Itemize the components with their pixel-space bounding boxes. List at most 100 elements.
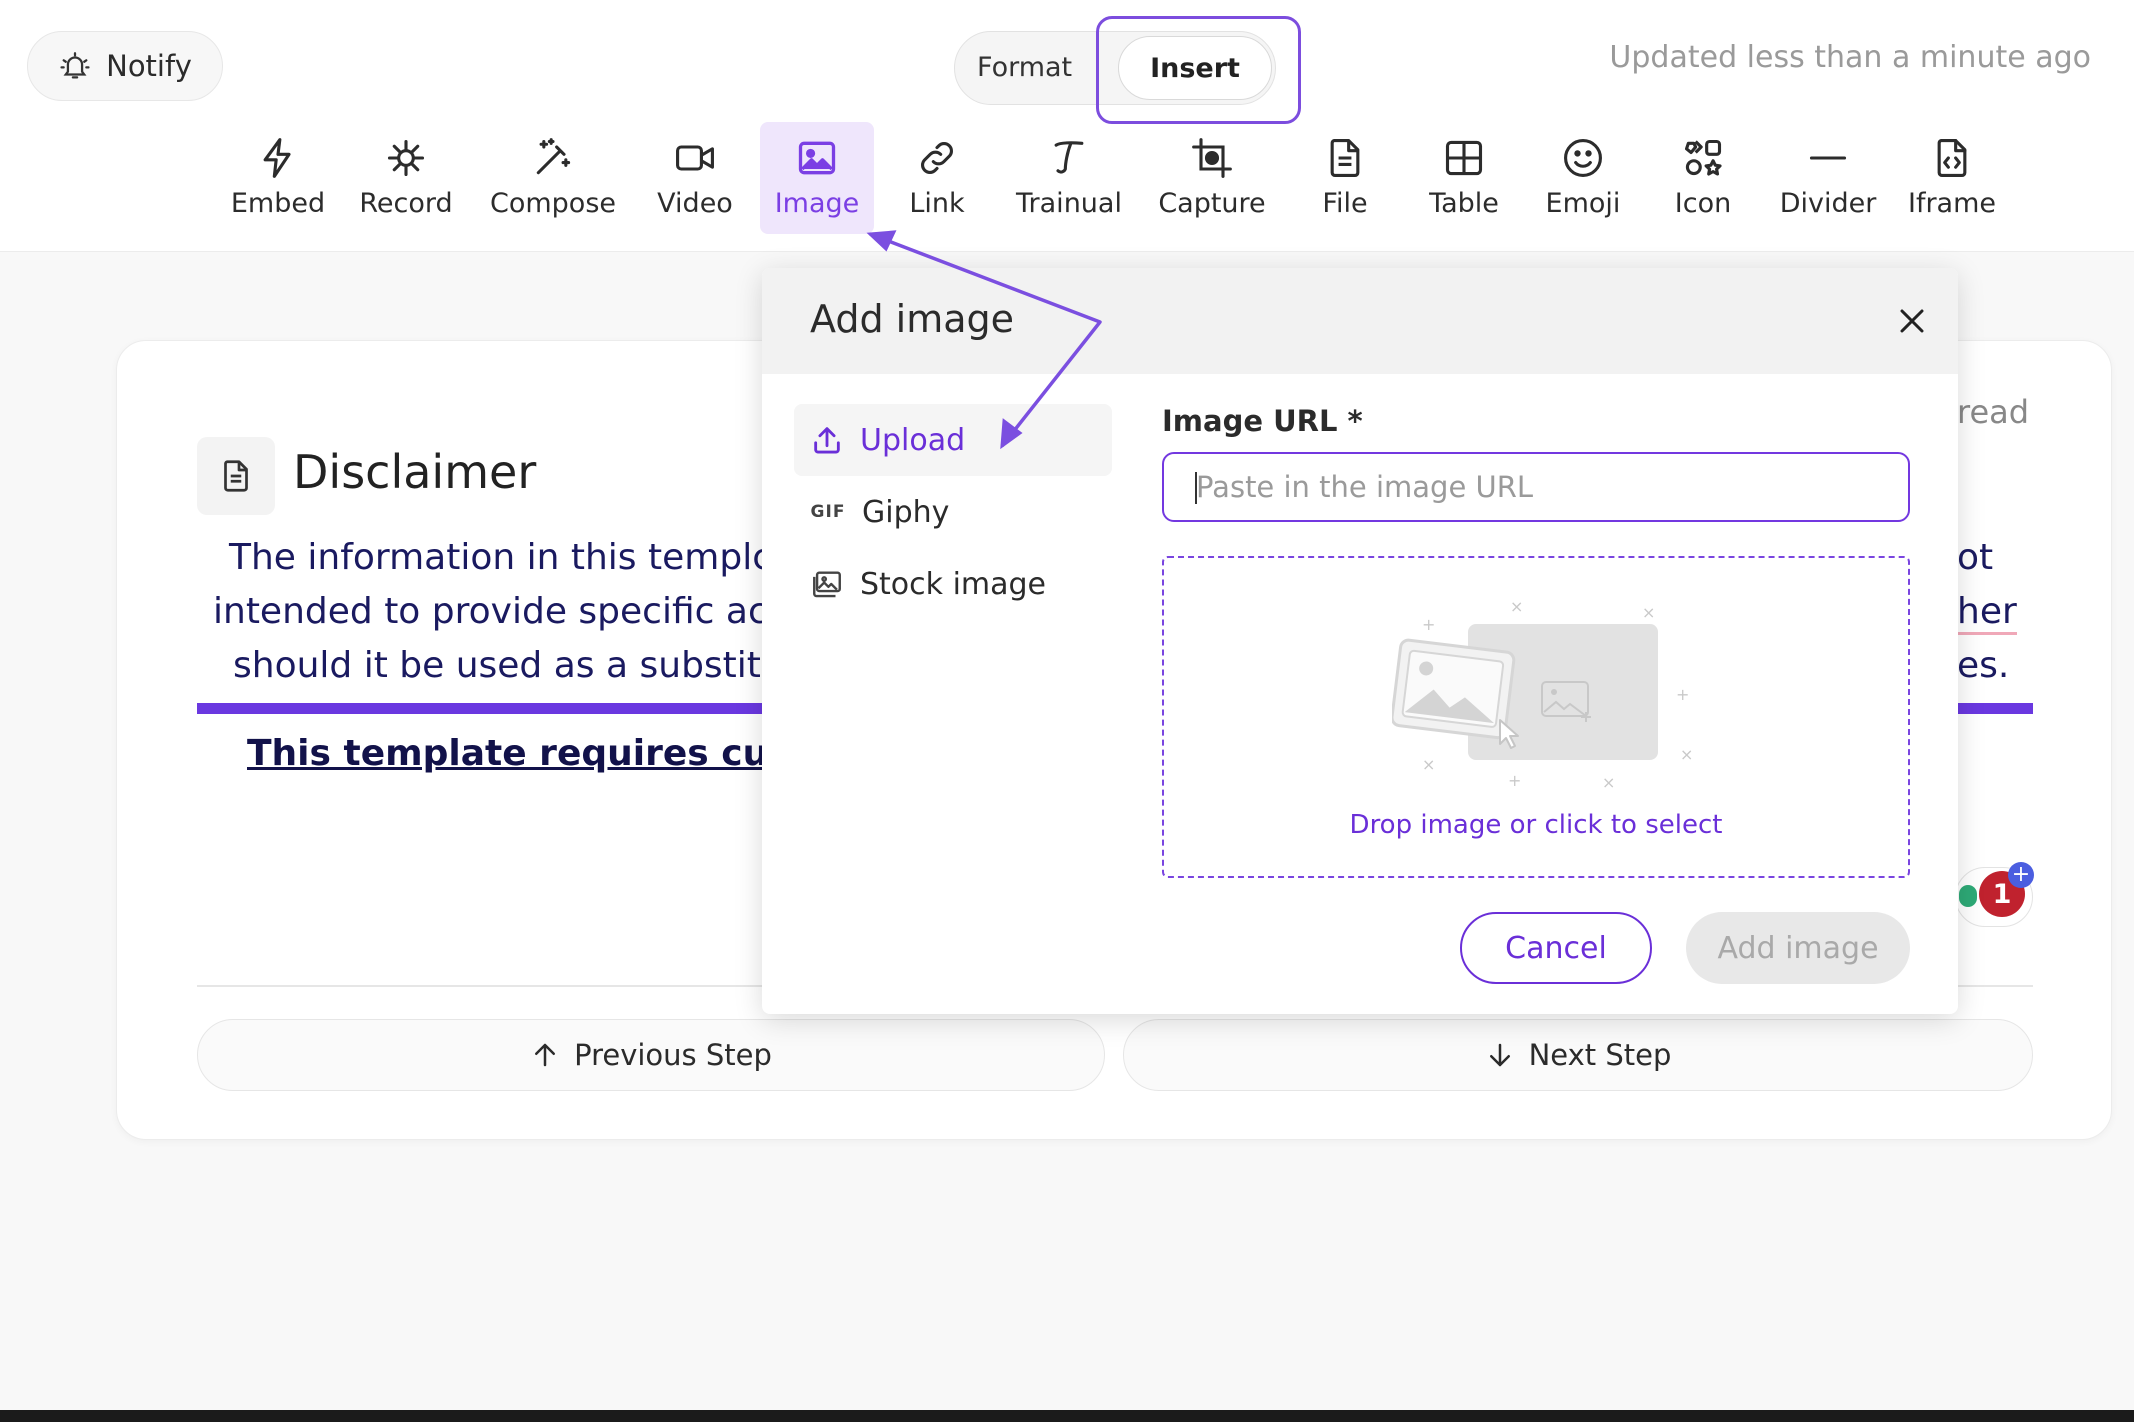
next-step-label: Next Step — [1528, 1038, 1672, 1072]
notify-label: Notify — [106, 49, 192, 83]
sidebar-item-label: Upload — [860, 422, 966, 458]
toolbar-item-label: Iframe — [1907, 188, 1997, 219]
format-insert-toggle: Format Insert — [954, 31, 1276, 105]
svg-text:+: + — [1508, 771, 1521, 790]
sidebar-item-giphy[interactable]: GIF Giphy — [794, 476, 1112, 548]
dialog-title: Add image — [810, 297, 1015, 341]
avatar — [1959, 885, 1977, 907]
image-url-input[interactable] — [1162, 452, 1910, 522]
toolbar-item-divider[interactable]: Divider — [1776, 122, 1880, 234]
toolbar-item-table[interactable]: Table — [1416, 122, 1512, 234]
read-time-fragment: read — [1957, 393, 2030, 431]
body-text-line: ot — [1957, 537, 1994, 578]
lightning-icon — [263, 138, 291, 178]
cancel-button[interactable]: Cancel — [1460, 912, 1652, 984]
document-icon — [224, 460, 248, 492]
add-image-button[interactable]: Add image — [1686, 912, 1910, 984]
toolbar-item-emoji[interactable]: Emoji — [1538, 122, 1628, 234]
capture-icon — [1192, 138, 1232, 178]
stock-images-icon — [813, 571, 841, 598]
body-text-line: intended to provide specific ac — [213, 591, 768, 632]
link-icon — [921, 142, 953, 174]
toolbar-item-label: Trainual — [1016, 188, 1122, 219]
toolbar-item-icon[interactable]: Icon — [1660, 122, 1746, 234]
sidebar-item-stock-image[interactable]: Stock image — [794, 548, 1112, 620]
trainual-icon — [1054, 141, 1084, 174]
add-image-dialog: Add image Upload GIF Giphy Stock image I… — [762, 268, 1958, 1014]
toolbar-item-label: Capture — [1158, 188, 1266, 219]
close-button[interactable] — [1892, 301, 1932, 341]
record-icon — [387, 139, 425, 177]
svg-text:+: + — [1676, 685, 1689, 704]
previous-step-button[interactable]: Previous Step — [197, 1019, 1105, 1091]
svg-text:×: × — [1510, 600, 1523, 616]
tab-format[interactable]: Format — [977, 32, 1072, 104]
close-icon — [1900, 309, 1924, 333]
toolbar-item-trainual[interactable]: Trainual — [1012, 122, 1126, 234]
magic-wand-icon — [536, 138, 571, 175]
toolbar-item-label: Emoji — [1545, 188, 1621, 219]
toolbar-item-iframe[interactable]: Iframe — [1904, 122, 2000, 234]
file-icon — [1330, 139, 1360, 177]
toolbar-item-label: Compose — [489, 188, 616, 219]
arrow-up-icon — [535, 1043, 556, 1067]
video-icon — [676, 145, 714, 171]
svg-text:×: × — [1422, 755, 1435, 774]
text-caret — [1195, 472, 1197, 504]
toolbar-item-embed[interactable]: Embed — [228, 122, 328, 234]
toolbar-item-video[interactable]: Video — [650, 122, 740, 234]
body-text-line: should it be used as a substitu — [233, 645, 784, 686]
toolbar-item-label: Divider — [1779, 188, 1877, 219]
toolbar-item-label: Record — [359, 188, 453, 219]
toolbar-item-capture[interactable]: Capture — [1150, 122, 1274, 234]
toolbar-item-label: Image — [774, 188, 860, 219]
svg-text:+: + — [1422, 615, 1435, 634]
dialog-header: Add image — [762, 268, 1958, 374]
divider-icon — [1809, 156, 1847, 160]
toolbar-item-label: Table — [1429, 188, 1499, 219]
body-text-line: her — [1957, 591, 2017, 635]
dropzone-instruction: Drop image or click to select — [1349, 810, 1723, 840]
page-title: Disclaimer — [293, 445, 537, 499]
image-placeholder-illustration: + × × + × × + × — [1392, 600, 1692, 790]
toolbar-item-link[interactable]: Link — [892, 122, 982, 234]
toolbar-item-image[interactable]: Image — [760, 122, 874, 234]
svg-text:×: × — [1602, 773, 1615, 790]
next-step-button[interactable]: Next Step — [1123, 1019, 2033, 1091]
arrow-down-icon — [1489, 1043, 1510, 1067]
previous-step-label: Previous Step — [574, 1038, 772, 1072]
sidebar-item-label: Stock image — [860, 566, 1047, 602]
toolbar-item-label: File — [1322, 188, 1368, 219]
toolbar-item-file[interactable]: File — [1300, 122, 1390, 234]
notify-button[interactable]: Notify — [27, 31, 223, 101]
toolbar-item-label: Link — [909, 188, 965, 219]
body-text-line: es. — [1957, 645, 2010, 686]
tab-insert[interactable]: Insert — [1118, 36, 1272, 100]
icon-picker-icon — [1684, 139, 1722, 176]
sidebar-item-upload[interactable]: Upload — [794, 404, 1112, 476]
svg-text:×: × — [1680, 745, 1692, 764]
image-dropzone[interactable]: + × × + × × + × Drop image or click to select — [1162, 556, 1910, 878]
sidebar-item-label: Giphy — [862, 494, 950, 530]
toolbar-item-label: Video — [657, 188, 733, 219]
image-icon — [798, 141, 836, 175]
toolbar-item-compose[interactable]: Compose — [486, 122, 620, 234]
svg-text:×: × — [1642, 603, 1655, 622]
disclaimer-doc-box — [197, 437, 275, 515]
iframe-icon — [1937, 139, 1967, 177]
image-url-label: Image URL * — [1162, 404, 1363, 438]
bell-ring-icon — [60, 52, 90, 79]
table-icon — [1445, 140, 1483, 176]
top-toolbar: Notify Format Insert Updated less than a… — [0, 0, 2134, 252]
screen-bottom-edge — [0, 1410, 2134, 1422]
toolbar-item-label: Icon — [1674, 188, 1732, 219]
updated-status: Updated less than a minute ago — [1609, 40, 2091, 75]
add-collaborator-button[interactable]: + — [2008, 862, 2034, 888]
toolbar-item-record[interactable]: Record — [356, 122, 456, 234]
upload-icon — [814, 427, 840, 454]
template-notice: This template requires custo — [247, 733, 832, 774]
emoji-icon — [1564, 139, 1602, 177]
body-text-line: The information in this templc — [229, 537, 772, 578]
gif-icon: GIF — [810, 502, 846, 522]
toolbar-item-label: Embed — [230, 188, 326, 219]
